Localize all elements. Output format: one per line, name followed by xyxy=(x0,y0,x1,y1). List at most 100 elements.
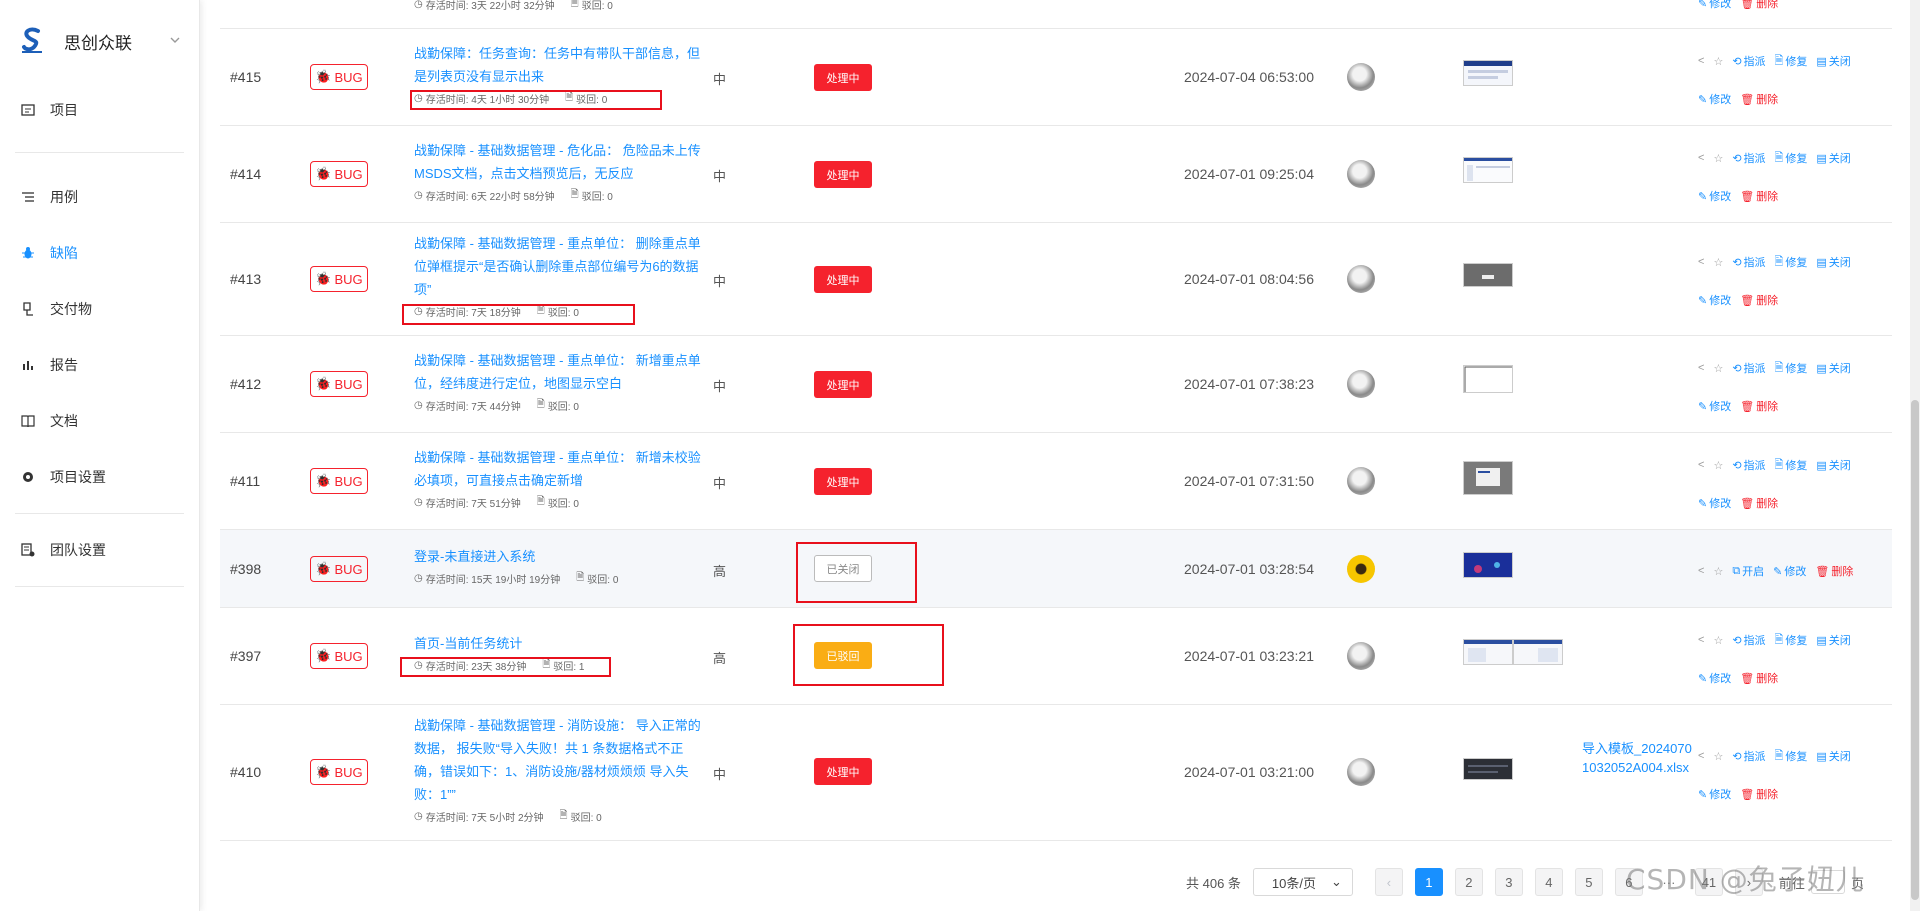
brand[interactable]: 思创众联 xyxy=(0,0,199,82)
assign-button[interactable]: ⟲ 指派 xyxy=(1732,254,1765,270)
page-button-1[interactable]: 1 xyxy=(1414,868,1443,896)
star-icon[interactable]: ☆ xyxy=(1713,55,1723,68)
sidebar-item-deliverables[interactable]: 交付物 xyxy=(0,281,199,337)
status-badge[interactable]: 处理中 xyxy=(814,758,872,785)
edit-button[interactable]: ✎ 修改 xyxy=(1698,292,1731,308)
bug-title[interactable]: 首页-当前任务统计 xyxy=(414,632,704,655)
delete-button[interactable]: 🗑 删除 xyxy=(1740,398,1778,414)
sidebar-item-reports[interactable]: 报告 xyxy=(0,337,199,393)
fix-button[interactable]: 🗎 修复 xyxy=(1775,631,1808,650)
table-row[interactable]: #398 🐞 BUG 登录-未直接进入系统 ◷ 存活时间: 15天 19小时 19… xyxy=(220,530,1892,608)
page-size-select[interactable]: 10条/页 ⌄ xyxy=(1252,868,1353,896)
screenshot-thumbnail[interactable] xyxy=(1463,60,1513,86)
close-button[interactable]: ▤ 关闭 xyxy=(1816,632,1850,648)
table-row[interactable]: #410 🐞 BUG 战勤保障 - 基础数据管理 - 消防设施： 导入正常的数据，… xyxy=(220,705,1892,841)
sidebar-item-project[interactable]: 项目 xyxy=(0,82,199,138)
table-row[interactable]: #412 🐞 BUG 战勤保障 - 基础数据管理 - 重点单位： 新增重点单位，经… xyxy=(220,336,1892,433)
assign-button[interactable]: ⟲ 指派 xyxy=(1732,457,1765,473)
bug-title[interactable]: 战勤保障 - 基础数据管理 - 重点单位： 新增重点单位，经纬度进行定位，地图显… xyxy=(414,349,704,395)
status-badge[interactable]: 处理中 xyxy=(814,266,872,293)
delete-button[interactable]: 🗑 删除 xyxy=(1740,188,1778,204)
bug-title[interactable]: 登录-未直接进入系统 xyxy=(414,545,704,568)
share-icon[interactable]: < xyxy=(1698,459,1704,471)
table-row[interactable]: #411 🐞 BUG 战勤保障 - 基础数据管理 - 重点单位： 新增未校验必填项… xyxy=(220,433,1892,530)
screenshot-thumbnail[interactable] xyxy=(1513,639,1563,665)
fix-button[interactable]: 🗎 修复 xyxy=(1775,747,1808,766)
star-icon[interactable]: ☆ xyxy=(1713,565,1723,578)
sidebar-item-bugs[interactable]: 缺陷 xyxy=(0,225,199,281)
status-badge[interactable]: 处理中 xyxy=(814,64,872,91)
page-button-3[interactable]: 3 xyxy=(1494,868,1523,896)
delete-button[interactable]: 🗑 删除 xyxy=(1740,670,1778,686)
close-button[interactable]: ▤ 关闭 xyxy=(1816,254,1850,270)
sidebar-item-project-settings[interactable]: 项目设置 xyxy=(0,449,199,505)
sidebar-item-team-settings[interactable]: 团队设置 xyxy=(0,522,199,578)
bug-title[interactable]: 战勤保障：任务查询：任务中有带队干部信息，但是列表页没有显示出来 xyxy=(414,42,704,88)
edit-button[interactable]: ✎ 修改 xyxy=(1698,0,1731,11)
page-button-4[interactable]: 4 xyxy=(1534,868,1563,896)
fix-button[interactable]: 🗎 修复 xyxy=(1775,359,1808,378)
assign-button[interactable]: ⟲ 指派 xyxy=(1732,53,1765,69)
status-badge[interactable]: 处理中 xyxy=(814,468,872,495)
star-icon[interactable]: ☆ xyxy=(1713,750,1723,763)
star-icon[interactable]: ☆ xyxy=(1713,256,1723,269)
edit-button[interactable]: ✎ 修改 xyxy=(1698,670,1731,686)
status-badge[interactable]: 处理中 xyxy=(814,161,872,188)
chevron-down-icon[interactable] xyxy=(169,33,199,49)
delete-button[interactable]: 🗑 删除 xyxy=(1740,0,1778,11)
share-icon[interactable]: < xyxy=(1698,256,1704,268)
screenshot-thumbnail[interactable] xyxy=(1463,552,1513,578)
fix-button[interactable]: 🗎 修复 xyxy=(1775,52,1808,71)
screenshot-thumbnail[interactable] xyxy=(1463,365,1513,393)
scrollbar[interactable] xyxy=(1910,0,1920,911)
star-icon[interactable]: ☆ xyxy=(1713,459,1723,472)
delete-button[interactable]: 🗑 删除 xyxy=(1815,563,1853,579)
edit-button[interactable]: ✎ 修改 xyxy=(1698,91,1731,107)
bug-title[interactable]: 战勤保障 - 基础数据管理 - 重点单位： 新增未校验必填项，可直接点击确定新增 xyxy=(414,446,704,492)
delete-button[interactable]: 🗑 删除 xyxy=(1740,786,1778,802)
close-button[interactable]: ▤ 关闭 xyxy=(1816,360,1850,376)
share-icon[interactable]: < xyxy=(1698,152,1704,164)
sidebar-item-docs[interactable]: 文档 xyxy=(0,393,199,449)
assign-button[interactable]: ⟲ 指派 xyxy=(1732,632,1765,648)
bug-title[interactable]: 战勤保障 - 基础数据管理 - 危化品： 危险品未上传MSDS文档，点击文档预览… xyxy=(414,139,704,185)
edit-button[interactable]: ✎ 修改 xyxy=(1698,398,1731,414)
share-icon[interactable]: < xyxy=(1698,565,1704,577)
prev-page-button[interactable]: ‹ xyxy=(1374,868,1403,896)
fix-button[interactable]: 🗎 修复 xyxy=(1775,456,1808,475)
star-icon[interactable]: ☆ xyxy=(1713,634,1723,647)
status-badge[interactable]: 处理中 xyxy=(814,371,872,398)
delete-button[interactable]: 🗑 删除 xyxy=(1740,292,1778,308)
screenshot-thumbnail[interactable] xyxy=(1463,263,1513,287)
reopen-button[interactable]: ⧉ 开启 xyxy=(1732,563,1764,579)
assign-button[interactable]: ⟲ 指派 xyxy=(1732,748,1765,764)
delete-button[interactable]: 🗑 删除 xyxy=(1740,91,1778,107)
attachment-link[interactable]: 导入模板_20240701032052A004.xlsx xyxy=(1582,739,1694,777)
scrollbar-thumb[interactable] xyxy=(1911,400,1919,900)
screenshot-thumbnail[interactable] xyxy=(1463,639,1513,665)
star-icon[interactable]: ☆ xyxy=(1713,152,1723,165)
edit-button[interactable]: ✎ 修改 xyxy=(1773,563,1806,579)
close-button[interactable]: ▤ 关闭 xyxy=(1816,748,1850,764)
screenshot-thumbnail[interactable] xyxy=(1463,157,1513,183)
close-button[interactable]: ▤ 关闭 xyxy=(1816,457,1850,473)
page-button-5[interactable]: 5 xyxy=(1574,868,1603,896)
screenshot-thumbnail[interactable] xyxy=(1463,461,1513,495)
close-button[interactable]: ▤ 关闭 xyxy=(1816,53,1850,69)
screenshot-thumbnail[interactable] xyxy=(1463,758,1513,780)
close-button[interactable]: ▤ 关闭 xyxy=(1816,150,1850,166)
fix-button[interactable]: 🗎 修复 xyxy=(1775,253,1808,272)
star-icon[interactable]: ☆ xyxy=(1713,362,1723,375)
share-icon[interactable]: < xyxy=(1698,55,1704,67)
assign-button[interactable]: ⟲ 指派 xyxy=(1732,150,1765,166)
share-icon[interactable]: < xyxy=(1698,362,1704,374)
bug-title[interactable]: 战勤保障 - 基础数据管理 - 消防设施： 导入正常的数据， 报失败“导入失败！… xyxy=(414,714,704,806)
table-row[interactable]: #414 🐞 BUG 战勤保障 - 基础数据管理 - 危化品： 危险品未上传MSD… xyxy=(220,126,1892,223)
sidebar-item-cases[interactable]: 用例 xyxy=(0,169,199,225)
edit-button[interactable]: ✎ 修改 xyxy=(1698,188,1731,204)
table-row[interactable]: #415 🐞 BUG 战勤保障：任务查询：任务中有带队干部信息，但是列表页没有显示… xyxy=(220,29,1892,126)
edit-button[interactable]: ✎ 修改 xyxy=(1698,495,1731,511)
assign-button[interactable]: ⟲ 指派 xyxy=(1732,360,1765,376)
edit-button[interactable]: ✎ 修改 xyxy=(1698,786,1731,802)
bug-title[interactable]: 战勤保障 - 基础数据管理 - 重点单位： 删除重点单位弹框提示“是否确认删除重… xyxy=(414,232,704,301)
